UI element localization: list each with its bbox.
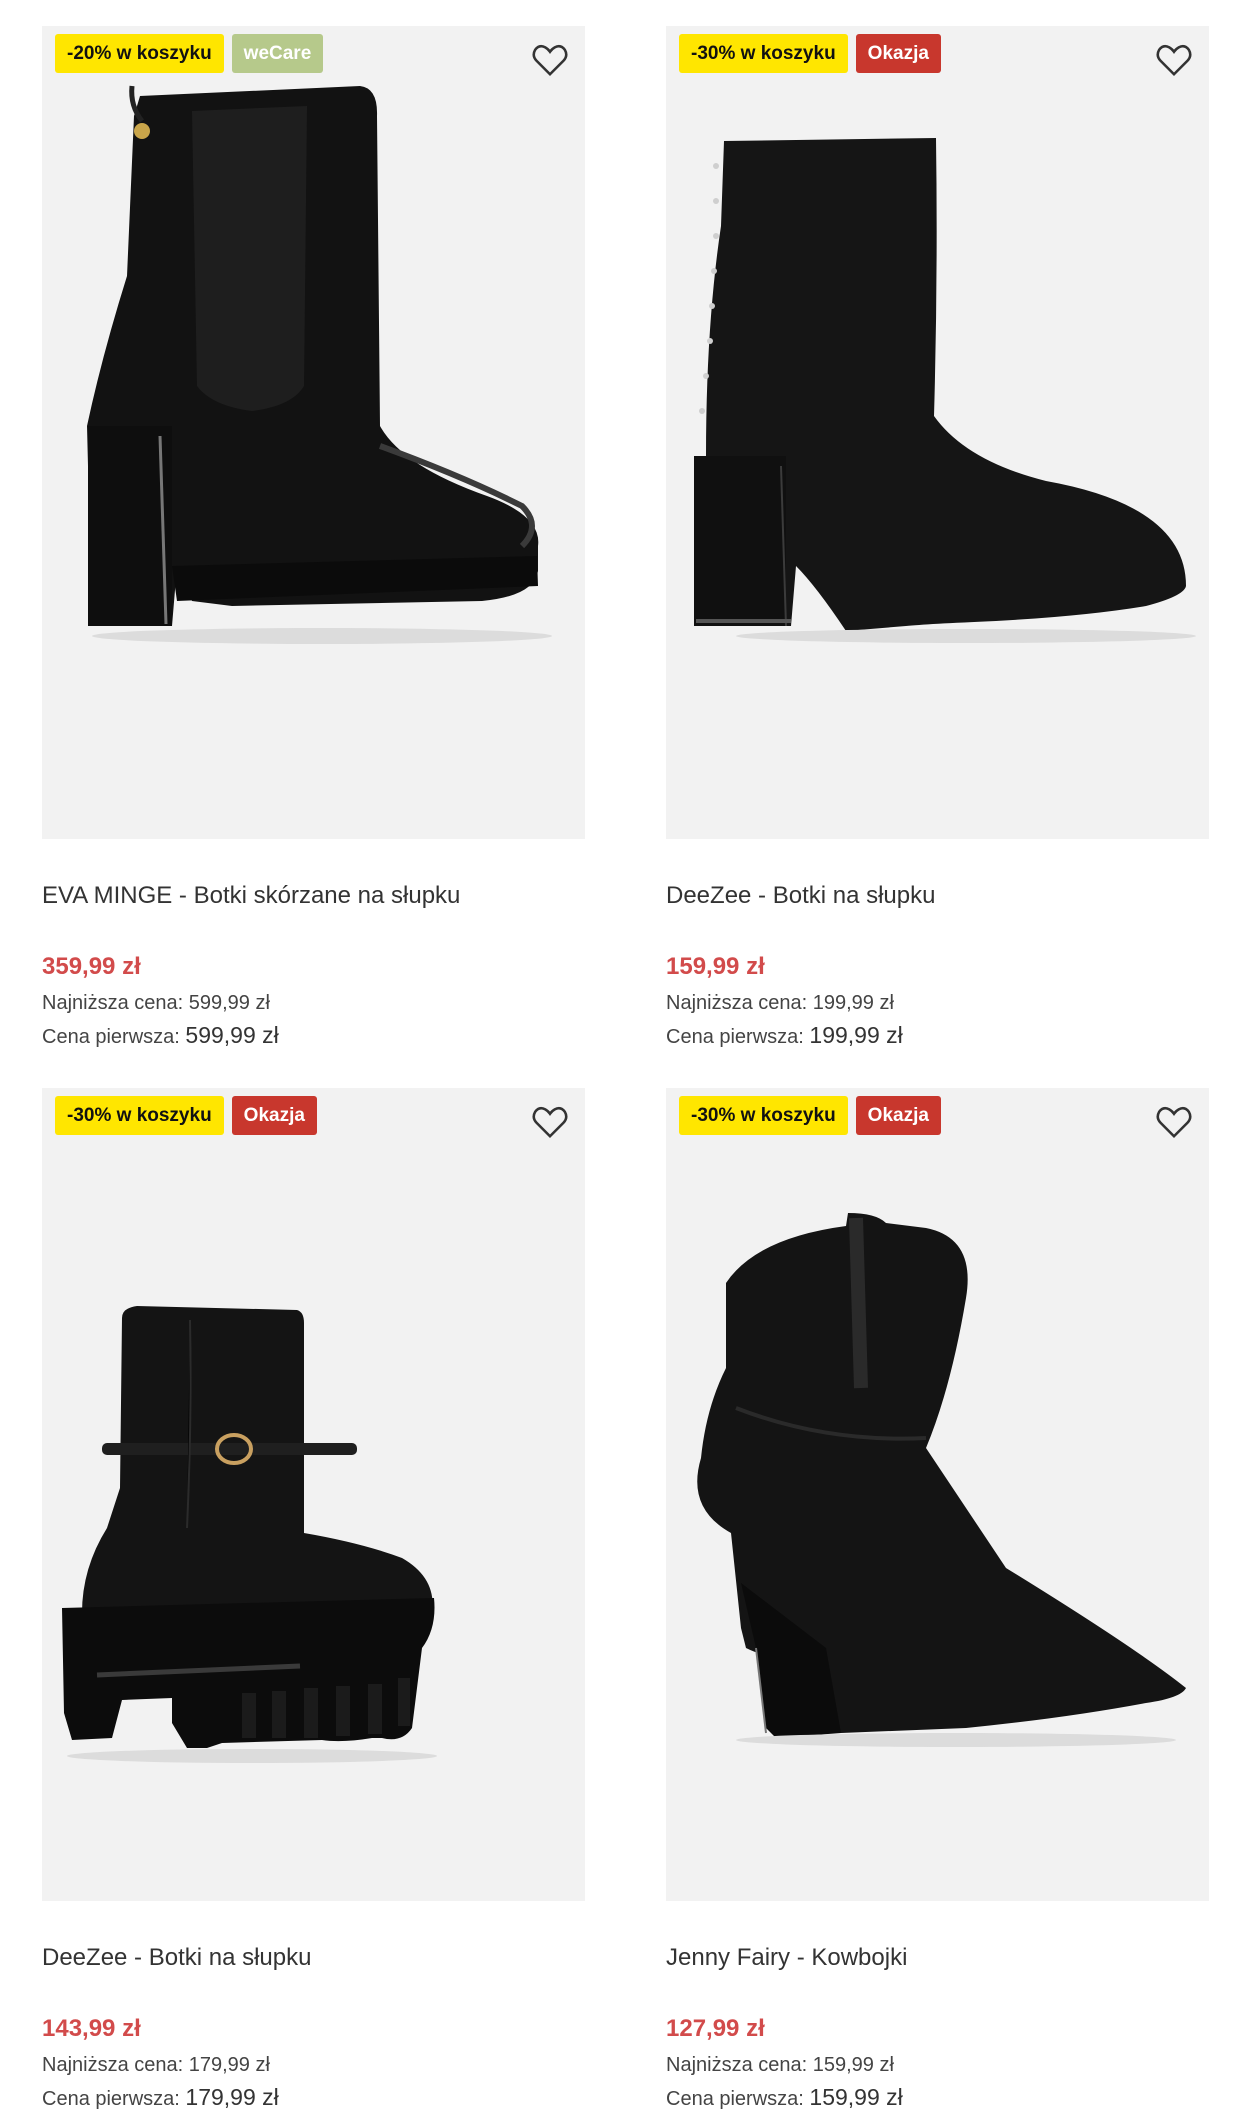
lowest-price-label: Najniższa cena: — [42, 992, 184, 1014]
badge-group: -30% w koszyku Okazja — [55, 1096, 317, 1135]
product-title[interactable]: Jenny Fairy - Kowbojki — [666, 1944, 907, 1972]
first-price: Cena pierwsza: 179,99 zł — [42, 2084, 279, 2111]
lowest-price-value: 199,99 zł — [812, 992, 894, 1014]
first-price-label: Cena pierwsza: — [42, 1026, 180, 1048]
first-price-label: Cena pierwsza: — [42, 2088, 180, 2110]
product-price: 143,99 zł — [42, 2015, 141, 2042]
lowest-price-value: 159,99 zł — [812, 2054, 894, 2076]
lowest-price-value: 599,99 zł — [188, 992, 270, 1014]
badge-group: -20% w koszyku weCare — [55, 34, 324, 73]
badge-group: -30% w koszyku Okazja — [679, 34, 941, 73]
product-price: 359,99 zł — [42, 953, 141, 980]
product-title[interactable]: EVA MINGE - Botki skórzane na słupku — [42, 882, 460, 910]
product-image[interactable]: -30% w koszyku Okazja — [666, 1088, 1209, 1901]
lowest-price-label: Najniższa cena: — [666, 992, 808, 1014]
lowest-price-value: 179,99 zł — [188, 2054, 270, 2076]
discount-badge: -20% w koszyku — [55, 34, 224, 73]
discount-badge: -30% w koszyku — [679, 1096, 848, 1135]
first-price: Cena pierwsza: 199,99 zł — [666, 1022, 903, 1049]
first-price-label: Cena pierwsza: — [666, 1026, 804, 1048]
wecare-badge: weCare — [231, 34, 324, 73]
boot-image — [697, 1213, 1186, 1747]
boot-image — [87, 85, 552, 644]
heart-icon[interactable] — [531, 1104, 569, 1140]
discount-badge: -30% w koszyku — [679, 34, 848, 73]
first-price-value: 179,99 zł — [185, 2084, 279, 2110]
okazja-badge: Okazja — [855, 34, 941, 73]
badge-group: -30% w koszyku Okazja — [679, 1096, 941, 1135]
discount-badge: -30% w koszyku — [55, 1096, 224, 1135]
product-price: 127,99 zł — [666, 2015, 765, 2042]
lowest-price: Najniższa cena: 199,99 zł — [666, 992, 894, 1015]
boot-image — [694, 138, 1196, 643]
first-price: Cena pierwsza: 159,99 zł — [666, 2084, 903, 2111]
first-price-value: 199,99 zł — [809, 1022, 903, 1048]
heart-icon[interactable] — [531, 42, 569, 78]
product-image[interactable]: -30% w koszyku Okazja — [666, 26, 1209, 839]
okazja-badge: Okazja — [231, 1096, 317, 1135]
lowest-price: Najniższa cena: 599,99 zł — [42, 992, 270, 1015]
lowest-price: Najniższa cena: 159,99 zł — [666, 2054, 894, 2077]
heart-icon[interactable] — [1155, 42, 1193, 78]
first-price-value: 159,99 zł — [809, 2084, 903, 2110]
first-price-label: Cena pierwsza: — [666, 2088, 804, 2110]
heart-icon[interactable] — [1155, 1104, 1193, 1140]
product-image[interactable]: -20% w koszyku weCare — [42, 26, 585, 839]
lowest-price-label: Najniższa cena: — [666, 2054, 808, 2076]
product-title[interactable]: DeeZee - Botki na słupku — [666, 882, 935, 910]
product-price: 159,99 zł — [666, 953, 765, 980]
first-price-value: 599,99 zł — [185, 1022, 279, 1048]
product-title[interactable]: DeeZee - Botki na słupku — [42, 1944, 311, 1972]
boot-image — [62, 1306, 437, 1763]
lowest-price: Najniższa cena: 179,99 zł — [42, 2054, 270, 2077]
product-image[interactable]: -30% w koszyku Okazja — [42, 1088, 585, 1901]
first-price: Cena pierwsza: 599,99 zł — [42, 1022, 279, 1049]
lowest-price-label: Najniższa cena: — [42, 2054, 184, 2076]
okazja-badge: Okazja — [855, 1096, 941, 1135]
